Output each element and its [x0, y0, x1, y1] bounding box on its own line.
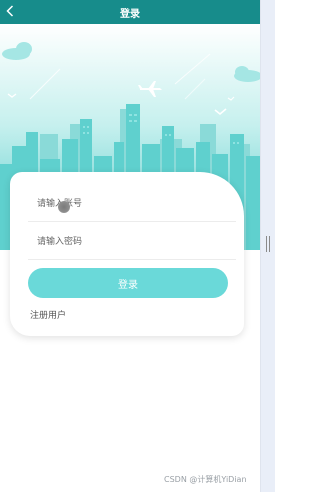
vertical-scrollbar[interactable] — [260, 0, 275, 492]
app-screen: 登录 请输入账号 登录 注册用户 — [0, 0, 260, 492]
password-input[interactable] — [35, 235, 236, 248]
login-card: 登录 注册用户 — [10, 172, 244, 336]
top-nav-bar: 登录 — [0, 0, 260, 24]
scrollbar-grip-icon[interactable] — [266, 236, 270, 252]
login-button[interactable]: 登录 — [28, 268, 228, 298]
register-link[interactable]: 注册用户 — [30, 308, 66, 321]
password-field[interactable] — [28, 224, 236, 260]
touch-cursor-indicator — [58, 201, 70, 213]
page-title: 登录 — [120, 8, 140, 20]
watermark-text: CSDN @计算机YiDian — [164, 475, 247, 484]
back-chevron-icon[interactable] — [3, 3, 17, 19]
